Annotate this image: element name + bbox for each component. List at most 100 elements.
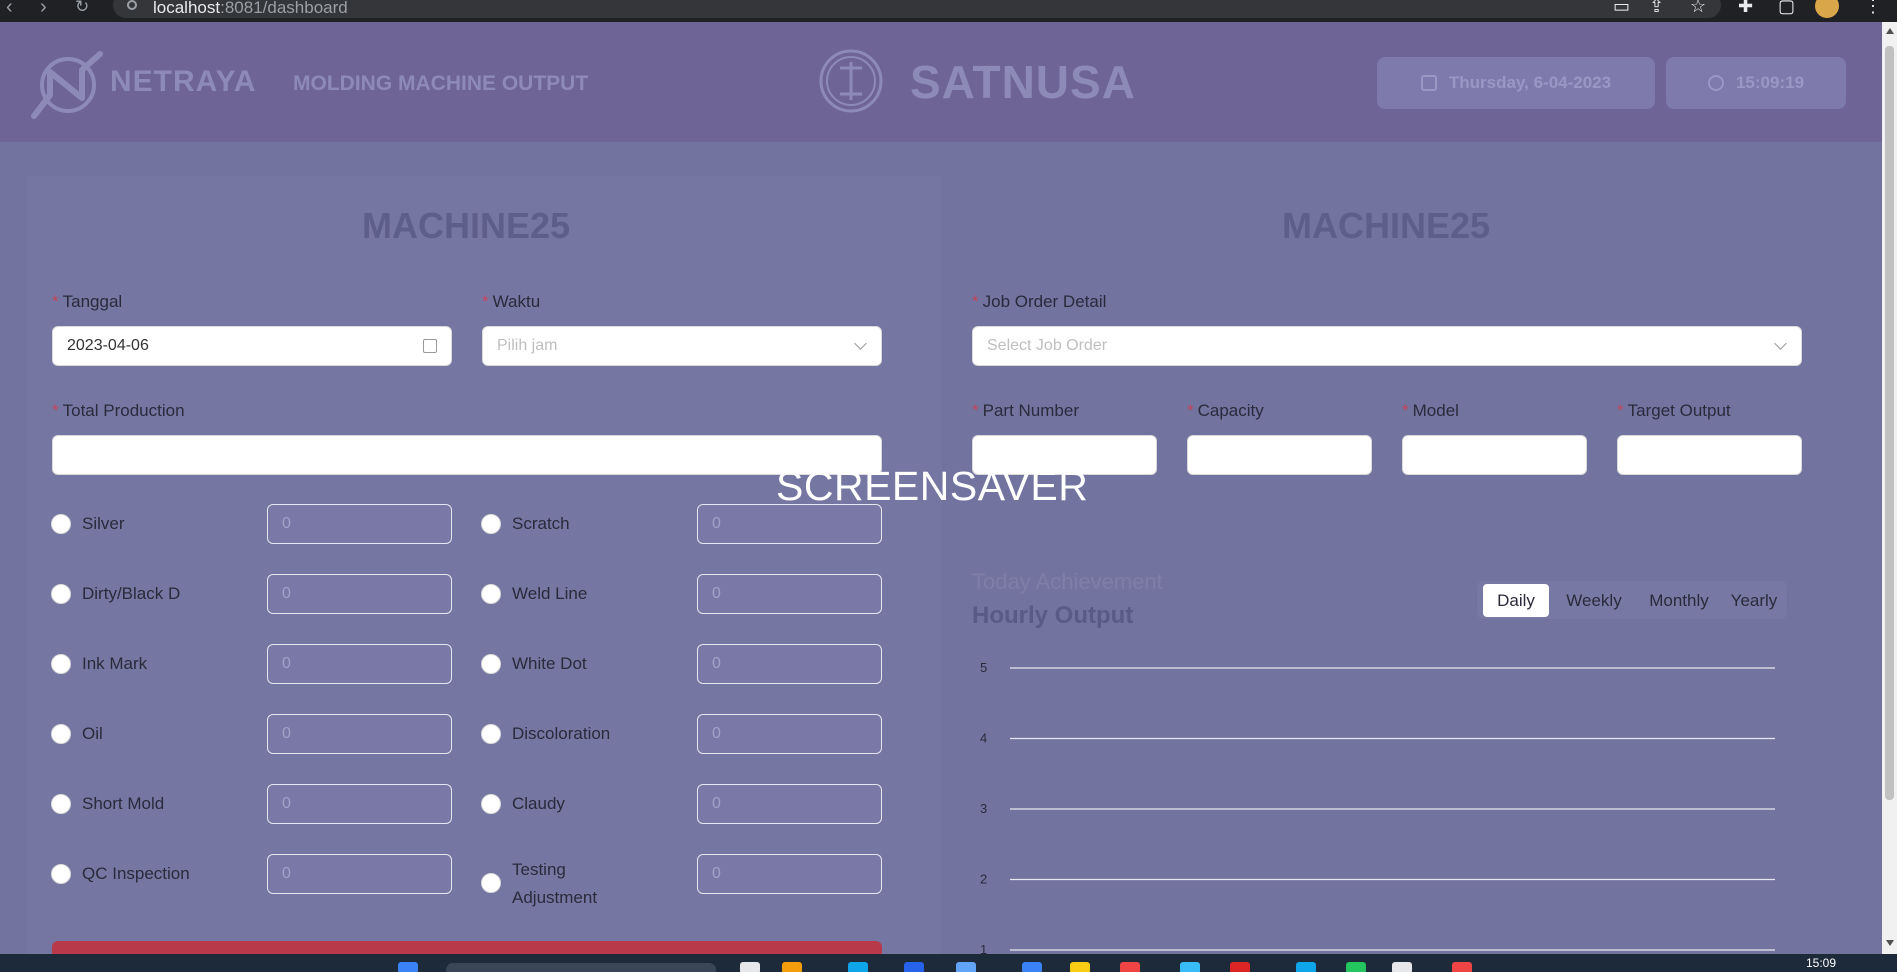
chevron-down-icon (854, 337, 867, 350)
defect-label: Weld Line (512, 584, 588, 603)
defect-radio-qc-inspection[interactable] (51, 864, 71, 884)
defect-input-scratch[interactable]: 0 (697, 504, 882, 544)
netraya-logo-text: NETRAYA (110, 65, 257, 98)
defect-label: Discoloration (512, 724, 611, 743)
satnusa-logo (819, 49, 883, 113)
defect-label: Dirty/Black D (82, 584, 181, 603)
defect-label: Ink Mark (82, 654, 148, 673)
job-order-select[interactable]: Select Job Order (972, 326, 1802, 366)
total-production-input[interactable] (52, 435, 882, 475)
forward-icon[interactable]: › (40, 0, 47, 19)
defect-radio-claudy[interactable] (481, 794, 501, 814)
edge-icon[interactable] (848, 962, 868, 972)
app-icon[interactable] (1230, 962, 1250, 972)
tanggal-label: * Tanggal (52, 292, 123, 311)
scrollbar-thumb[interactable] (1885, 46, 1894, 800)
menu-kebab-icon[interactable]: ⋮ (1864, 0, 1882, 17)
defect-label: Oil (82, 724, 103, 743)
defect-radio-ink-mark[interactable] (51, 654, 71, 674)
cast-icon[interactable]: ▭ (1613, 0, 1630, 17)
model-input[interactable] (1402, 435, 1587, 475)
address-bar[interactable]: localhost:8081/dashboard (113, 0, 1721, 18)
machine-title-left: MACHINE25 (362, 205, 571, 246)
y-tick-label: 3 (980, 801, 987, 816)
defect-input-white-dot[interactable]: 0 (697, 644, 882, 684)
page-title: MOLDING MACHINE OUTPUT (293, 72, 589, 95)
defect-radio-weld-line[interactable] (481, 584, 501, 604)
hourly-output-title: Hourly Output (972, 602, 1134, 629)
hourly-output-chart: 54321 (980, 660, 1775, 957)
tanggal-datepicker[interactable]: 2023-04-06 (52, 326, 452, 366)
url-text: localhost:8081/dashboard (153, 0, 348, 17)
taskbar-search[interactable] (446, 963, 716, 972)
target-output-label: * Target Output (1617, 401, 1731, 420)
explorer-icon[interactable] (782, 962, 802, 972)
site-info-icon[interactable] (127, 0, 137, 10)
defect-input-ink-mark[interactable]: 0 (267, 644, 452, 684)
waktu-select[interactable]: Pilih jam (482, 326, 882, 366)
time-display: 15:09:19 (1666, 57, 1846, 109)
scroll-up-arrow[interactable] (1886, 28, 1894, 34)
app-icon[interactable] (1180, 962, 1200, 972)
scroll-down-arrow[interactable] (1886, 940, 1894, 946)
defect-radio-silver[interactable] (51, 514, 71, 534)
app-icon[interactable] (956, 962, 976, 972)
tab-yearly[interactable]: Yearly (1725, 584, 1783, 617)
defect-radio-scratch[interactable] (481, 514, 501, 534)
tab-weekly[interactable]: Weekly (1557, 584, 1631, 617)
chrome-icon[interactable] (1392, 962, 1412, 972)
defect-input-discoloration[interactable]: 0 (697, 714, 882, 754)
start-icon[interactable] (398, 962, 418, 972)
defect-radio-discoloration[interactable] (481, 724, 501, 744)
tab-monthly[interactable]: Monthly (1639, 584, 1719, 617)
back-icon[interactable]: ‹ (6, 0, 13, 19)
share-icon[interactable]: ⇪ (1649, 0, 1664, 17)
defect-radio-oil[interactable] (51, 724, 71, 744)
capacity-input[interactable] (1187, 435, 1372, 475)
app-icon[interactable] (904, 962, 924, 972)
defect-label: Testing Adjustment (512, 860, 598, 907)
defect-input-short-mold[interactable]: 0 (267, 784, 452, 824)
app-icon[interactable] (1070, 962, 1090, 972)
defect-input-oil[interactable]: 0 (267, 714, 452, 754)
vscode-icon[interactable] (1022, 962, 1042, 972)
defect-input-dirty[interactable]: 0 (267, 574, 452, 614)
defect-radio-white-dot[interactable] (481, 654, 501, 674)
taskview-icon[interactable] (740, 962, 760, 972)
defect-label: White Dot (512, 654, 587, 673)
taskbar-clock: 15:09 (1806, 956, 1837, 970)
defect-input-weld-line[interactable]: 0 (697, 574, 882, 614)
app-icon[interactable] (1452, 962, 1472, 972)
calendar-icon (423, 339, 437, 353)
app-icon[interactable] (1346, 962, 1366, 972)
y-tick-label: 2 (980, 872, 987, 887)
defect-label: QC Inspection (82, 864, 190, 883)
browser-toolbar: ‹ › ↻ localhost:8081/dashboard ▭ ⇪ ☆ ✚ ▢… (0, 0, 1897, 22)
defect-label: Silver (82, 514, 125, 533)
app-header: NETRAYA MOLDING MACHINE OUTPUT SATNUSA T… (0, 22, 1882, 142)
defect-label: Claudy (512, 794, 565, 813)
y-tick-label: 4 (980, 731, 987, 746)
app-icon[interactable] (1296, 962, 1316, 972)
screensaver-label: SCREENSAVER (776, 463, 1089, 509)
model-label: * Model (1402, 401, 1459, 420)
target-output-input[interactable] (1617, 435, 1802, 475)
defect-label: Short Mold (82, 794, 165, 813)
profile-avatar[interactable] (1815, 0, 1839, 18)
defect-input-claudy[interactable]: 0 (697, 784, 882, 824)
period-selector: Daily Weekly Monthly Yearly (1477, 581, 1787, 619)
defect-input-silver[interactable]: 0 (267, 504, 452, 544)
tab-daily[interactable]: Daily (1483, 584, 1549, 617)
side-panel-icon[interactable]: ▢ (1778, 0, 1795, 17)
total-production-label: * Total Production (52, 401, 185, 420)
defect-radio-dirty[interactable] (51, 584, 71, 604)
defect-radio-short-mold[interactable] (51, 794, 71, 814)
app-icon[interactable] (1120, 962, 1140, 972)
machine-title-right: MACHINE25 (1282, 205, 1491, 246)
bookmark-star-icon[interactable]: ☆ (1690, 0, 1706, 17)
defect-input-testing-adjustment[interactable]: 0 (697, 854, 882, 894)
defect-input-qc-inspection[interactable]: 0 (267, 854, 452, 894)
extensions-icon[interactable]: ✚ (1738, 0, 1753, 17)
defect-radio-testing-adjustment[interactable] (481, 873, 501, 893)
reload-icon[interactable]: ↻ (75, 0, 89, 17)
